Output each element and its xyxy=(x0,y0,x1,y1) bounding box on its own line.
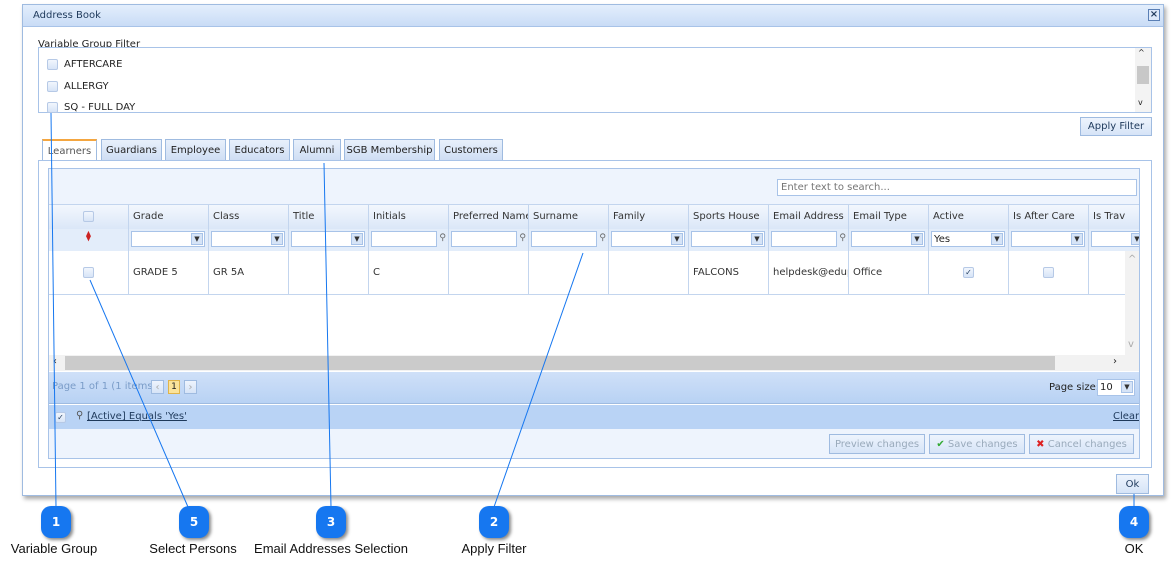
callout-label-2: Apply Filter xyxy=(461,541,527,556)
callout-badge-4: 4 xyxy=(1119,506,1149,538)
callout-label-3: Email Addresses Selection xyxy=(254,541,408,556)
callout-badge-3: 3 xyxy=(316,506,346,538)
callout-label-4: OK xyxy=(1124,541,1144,556)
callout-badge-1: 1 xyxy=(41,506,71,538)
callout-badge-5: 5 xyxy=(179,506,209,538)
callout-lines xyxy=(50,112,1135,508)
callout-badge-2: 2 xyxy=(479,506,509,538)
callout-label-1: Variable Group xyxy=(10,541,98,556)
callout-label-5: Select Persons xyxy=(149,541,237,556)
